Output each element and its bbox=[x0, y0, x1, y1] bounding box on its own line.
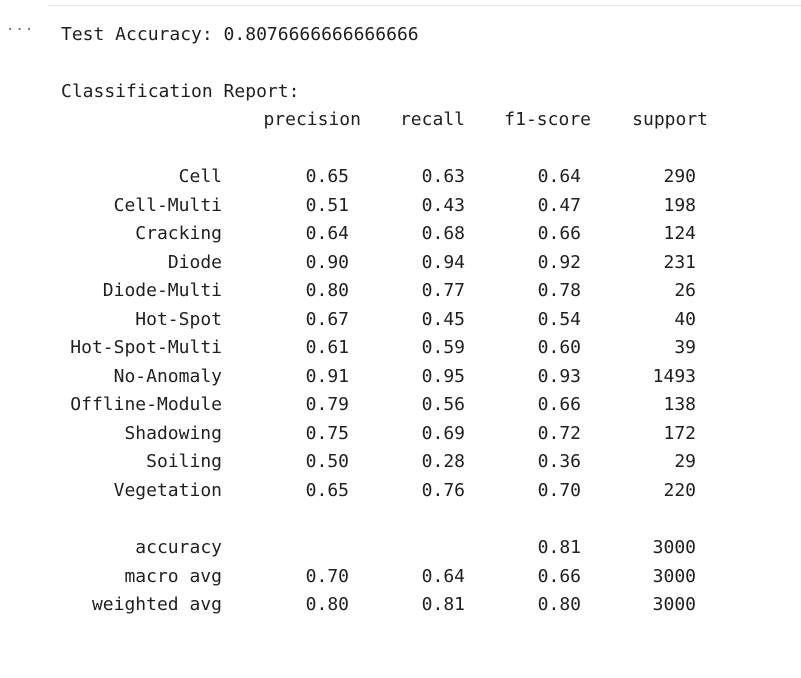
support-value: 26 bbox=[674, 280, 696, 301]
support-value: 40 bbox=[674, 309, 696, 330]
f1-score-value: 0.66 bbox=[537, 223, 581, 244]
precision-value: 0.79 bbox=[305, 394, 349, 415]
precision-value: 0.65 bbox=[305, 480, 349, 501]
precision-value: 0.51 bbox=[305, 195, 349, 216]
class-label: Hot-Spot bbox=[135, 309, 222, 330]
class-label: Shadowing bbox=[124, 423, 222, 444]
precision-value: 0.70 bbox=[305, 566, 349, 587]
class-label: Offline-Module bbox=[70, 394, 222, 415]
precision-value: 0.90 bbox=[305, 252, 349, 273]
f1-score-value: 0.92 bbox=[537, 252, 581, 273]
support-value: 231 bbox=[663, 252, 696, 273]
f1-score-value: 0.78 bbox=[537, 280, 581, 301]
f1-score-value: 0.64 bbox=[537, 166, 581, 187]
support-value: 1493 bbox=[652, 366, 696, 387]
header-f1-score: f1-score bbox=[504, 109, 591, 130]
recall-value: 0.56 bbox=[421, 394, 465, 415]
header-precision: precision bbox=[263, 109, 361, 130]
class-label: Cell-Multi bbox=[113, 195, 222, 216]
f1-score-value: 0.66 bbox=[537, 566, 581, 587]
output-more-icon[interactable]: ··· bbox=[6, 22, 34, 38]
class-label: Diode-Multi bbox=[102, 280, 222, 301]
recall-value: 0.45 bbox=[421, 309, 465, 330]
f1-score-value: 0.66 bbox=[537, 394, 581, 415]
class-label: Soiling bbox=[146, 451, 222, 472]
precision-value: 0.80 bbox=[305, 594, 349, 615]
support-value: 3000 bbox=[652, 537, 696, 558]
class-label: Hot-Spot-Multi bbox=[70, 337, 222, 358]
report-title: Classification Report: bbox=[61, 81, 300, 102]
precision-value: 0.75 bbox=[305, 423, 349, 444]
class-label: macro avg bbox=[124, 566, 222, 587]
class-label: Diode bbox=[167, 252, 222, 273]
precision-value: 0.61 bbox=[305, 337, 349, 358]
f1-score-value: 0.54 bbox=[537, 309, 581, 330]
precision-value: 0.67 bbox=[305, 309, 349, 330]
recall-value: 0.43 bbox=[421, 195, 465, 216]
support-value: 198 bbox=[663, 195, 696, 216]
recall-value: 0.68 bbox=[421, 223, 465, 244]
support-value: 29 bbox=[674, 451, 696, 472]
recall-value: 0.59 bbox=[421, 337, 465, 358]
f1-score-value: 0.60 bbox=[537, 337, 581, 358]
recall-value: 0.95 bbox=[421, 366, 465, 387]
class-label: Cell bbox=[178, 166, 222, 187]
support-value: 290 bbox=[663, 166, 696, 187]
recall-value: 0.77 bbox=[421, 280, 465, 301]
recall-value: 0.76 bbox=[421, 480, 465, 501]
previous-cell-border bbox=[48, 0, 801, 6]
f1-score-value: 0.70 bbox=[537, 480, 581, 501]
precision-value: 0.80 bbox=[305, 280, 349, 301]
class-label: weighted avg bbox=[91, 594, 222, 615]
support-value: 138 bbox=[663, 394, 696, 415]
recall-value: 0.69 bbox=[421, 423, 465, 444]
precision-value: 0.91 bbox=[305, 366, 349, 387]
support-value: 124 bbox=[663, 223, 696, 244]
recall-value: 0.28 bbox=[421, 451, 465, 472]
support-value: 172 bbox=[663, 423, 696, 444]
f1-score-value: 0.93 bbox=[537, 366, 581, 387]
precision-value: 0.64 bbox=[305, 223, 349, 244]
header-support: support bbox=[632, 109, 708, 130]
precision-value: 0.50 bbox=[305, 451, 349, 472]
f1-score-value: 0.72 bbox=[537, 423, 581, 444]
support-value: 220 bbox=[663, 480, 696, 501]
f1-score-value: 0.80 bbox=[537, 594, 581, 615]
class-label: accuracy bbox=[135, 537, 222, 558]
header-recall: recall bbox=[399, 109, 465, 130]
support-value: 3000 bbox=[652, 566, 696, 587]
class-label: No-Anomaly bbox=[113, 366, 222, 387]
f1-score-value: 0.81 bbox=[537, 537, 581, 558]
recall-value: 0.64 bbox=[421, 566, 465, 587]
support-value: 3000 bbox=[652, 594, 696, 615]
class-label: Cracking bbox=[135, 223, 222, 244]
f1-score-value: 0.36 bbox=[537, 451, 581, 472]
support-value: 39 bbox=[674, 337, 696, 358]
recall-value: 0.63 bbox=[421, 166, 465, 187]
f1-score-value: 0.47 bbox=[537, 195, 581, 216]
recall-value: 0.81 bbox=[421, 594, 465, 615]
recall-value: 0.94 bbox=[421, 252, 465, 273]
precision-value: 0.65 bbox=[305, 166, 349, 187]
class-label: Vegetation bbox=[113, 480, 222, 501]
test-accuracy-line: Test Accuracy: 0.8076666666666666 bbox=[61, 24, 419, 45]
